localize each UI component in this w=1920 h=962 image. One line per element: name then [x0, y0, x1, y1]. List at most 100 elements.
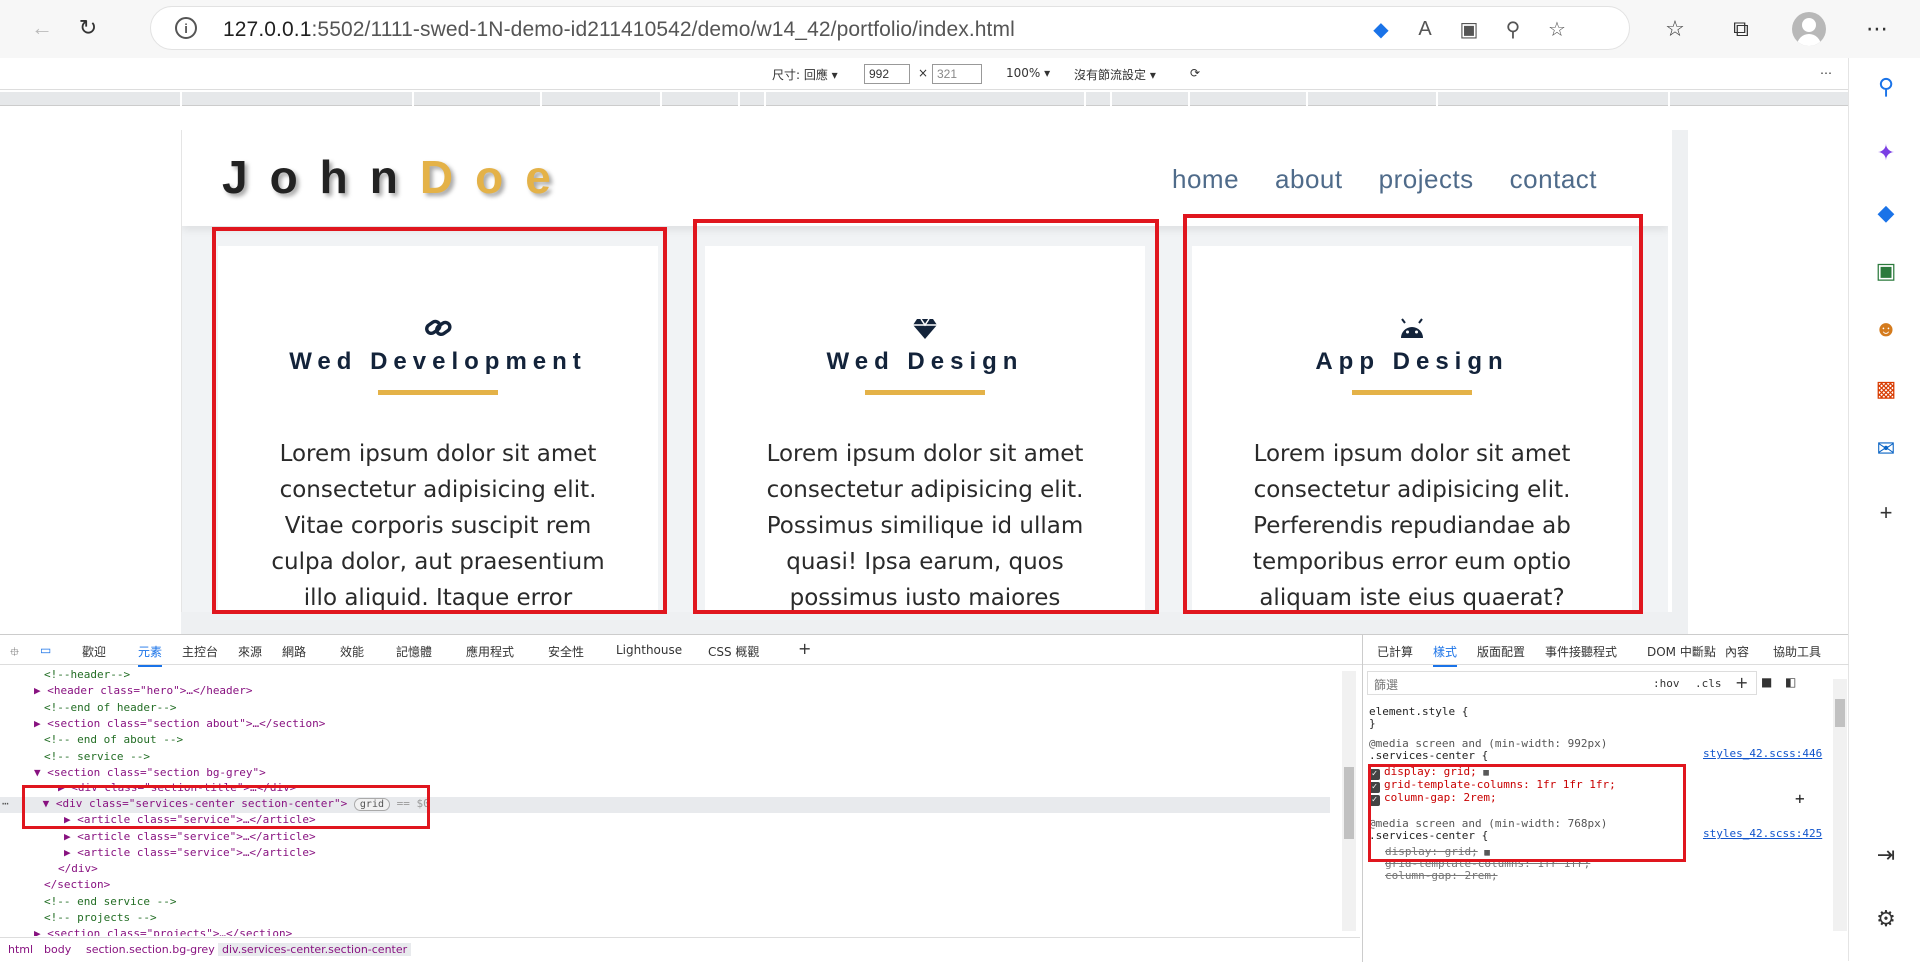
address-bar[interactable]: i 127.0.0.1:5502/1111-swed-1N-demo-id211… — [150, 6, 1630, 50]
tab-sources[interactable]: 來源 — [238, 643, 262, 660]
rule-brace: } — [1369, 717, 1376, 730]
tab-computed[interactable]: 已計算 — [1377, 643, 1413, 660]
hov-button[interactable]: :hov — [1653, 677, 1680, 690]
tab-accessibility[interactable]: 協助工具 — [1773, 643, 1821, 660]
add-icon[interactable]: + — [1871, 498, 1901, 528]
collections-icon[interactable]: ⧉ — [1726, 14, 1756, 44]
dom-node[interactable]: ▼ <section class="section bg-grey"> — [34, 766, 266, 782]
throttle-select[interactable]: 沒有節流設定 ▾ — [1074, 66, 1156, 83]
highlight-box — [1183, 214, 1643, 614]
times-sign: × — [918, 66, 929, 80]
crumb-body[interactable]: body — [44, 943, 71, 956]
app-available-icon[interactable]: ▣ — [1457, 17, 1481, 41]
highlight-box — [693, 219, 1159, 614]
add-favorite-icon[interactable]: ☆ — [1545, 17, 1569, 41]
crumb-html[interactable]: html — [8, 943, 33, 956]
paint-icon[interactable]: ■ — [1761, 675, 1772, 689]
inspect-icon[interactable]: ⯐ — [10, 643, 19, 664]
breadcrumb: html body section.section.bg-grey div.se… — [0, 937, 1360, 962]
tab-dom-breakpoints[interactable]: DOM 中斷點 — [1647, 643, 1716, 660]
tab-styles[interactable]: 樣式 — [1433, 643, 1458, 667]
site-header: JohnDoe home about projects contact — [182, 130, 1668, 226]
highlight-box — [22, 785, 430, 829]
profile-avatar[interactable] — [1792, 12, 1826, 46]
dom-node[interactable]: <!-- end service --> — [44, 895, 176, 911]
url-text[interactable]: 127.0.0.1:5502/1111-swed-1N-demo-id21141… — [223, 18, 1015, 42]
tag-icon[interactable]: ◆ — [1369, 17, 1393, 41]
elements-scrollbar[interactable] — [1342, 671, 1356, 931]
tab-console[interactable]: 主控台 — [182, 643, 218, 660]
dom-node[interactable]: ▶ <article class="service">…</article> — [64, 830, 316, 846]
dom-node[interactable]: ▶ <section class="section about">…</sect… — [34, 717, 325, 733]
tab-welcome[interactable]: 歡迎 — [82, 643, 106, 660]
scroll-thumb[interactable] — [1344, 767, 1354, 839]
nav-home[interactable]: home — [1172, 164, 1239, 195]
outlook-icon[interactable]: ✉ — [1871, 434, 1901, 464]
styles-scrollbar[interactable] — [1833, 679, 1847, 931]
crumb-section[interactable]: section.section.bg-grey — [86, 943, 215, 956]
site-logo[interactable]: JohnDoe — [222, 150, 573, 204]
zoom-select[interactable]: 100% ▾ — [1006, 66, 1050, 80]
rotate-icon[interactable]: ⟳ — [1190, 66, 1200, 80]
dom-node[interactable]: <!-- service --> — [44, 750, 150, 766]
tab-css-overview[interactable]: CSS 概觀 — [708, 643, 759, 660]
dom-node[interactable]: ▶ <header class="hero">…</header> — [34, 684, 253, 700]
device-more-icon[interactable]: ⋯ — [1820, 66, 1832, 80]
dom-node[interactable]: <!--end of header--> — [44, 701, 176, 717]
zoom-icon[interactable]: ⚲ — [1501, 17, 1525, 41]
settings-icon[interactable]: ⚙ — [1871, 904, 1901, 934]
nav-contact[interactable]: contact — [1510, 164, 1597, 195]
tab-properties[interactable]: 內容 — [1725, 643, 1749, 660]
tab-network[interactable]: 網路 — [282, 643, 306, 660]
decl-column-gap-overridden[interactable]: column-gap: 2rem; — [1385, 869, 1498, 882]
highlight-box — [212, 227, 667, 614]
sidebar-toggle-icon[interactable]: ⇥ — [1871, 840, 1901, 870]
more-menu-icon[interactable]: ⋯ — [1862, 14, 1892, 44]
nav-projects[interactable]: projects — [1379, 164, 1474, 195]
favorites-icon[interactable]: ☆ — [1660, 14, 1690, 44]
tab-elements[interactable]: 元素 — [138, 643, 163, 667]
tab-performance[interactable]: 效能 — [340, 643, 364, 660]
dom-node[interactable]: <!--header--> — [44, 668, 130, 684]
tab-security[interactable]: 安全性 — [548, 643, 584, 660]
edge-sidebar: ⚲ ✦ ◆ ▣ ☻ ▩ ✉ + ⇥ ⚙ — [1848, 58, 1920, 961]
dimensions-select[interactable]: 尺寸: 回應 ▾ — [772, 66, 838, 83]
shopping-icon[interactable]: ◆ — [1871, 198, 1901, 228]
games-icon[interactable]: ☻ — [1871, 314, 1901, 344]
browser-toolbar: ← ↻ i 127.0.0.1:5502/1111-swed-1N-demo-i… — [0, 0, 1920, 58]
search-icon[interactable]: ⚲ — [1871, 72, 1901, 102]
height-input[interactable]: 321 — [932, 64, 982, 84]
add-property-icon[interactable]: + — [1795, 789, 1805, 808]
new-rule-icon[interactable]: + — [1735, 673, 1748, 692]
sidebar-pane-icon[interactable]: ◧ — [1785, 675, 1796, 689]
viewport-resize-handle-right[interactable] — [1672, 130, 1688, 632]
add-tab-icon[interactable]: + — [798, 639, 811, 658]
crumb-div[interactable]: div.services-center.section-center — [218, 943, 412, 956]
dom-node[interactable]: <!-- end of about --> — [44, 733, 183, 749]
site-info-icon[interactable]: i — [175, 17, 197, 39]
reload-icon[interactable]: ↻ — [74, 14, 102, 42]
tab-memory[interactable]: 記憶體 — [396, 643, 432, 660]
back-icon[interactable]: ← — [28, 14, 56, 42]
tab-lighthouse[interactable]: Lighthouse — [616, 643, 682, 657]
tab-event-listeners[interactable]: 事件接聽程式 — [1545, 643, 1617, 660]
office-icon[interactable]: ▩ — [1871, 374, 1901, 404]
width-input[interactable]: 992 — [864, 64, 910, 84]
tab-layout[interactable]: 版面配置 — [1477, 643, 1525, 660]
tab-application[interactable]: 應用程式 — [466, 643, 514, 660]
cls-button[interactable]: .cls — [1695, 677, 1722, 690]
dom-node[interactable]: </div> — [58, 862, 98, 878]
viewport-resize-handle-bottom[interactable] — [181, 612, 1688, 634]
nav-about[interactable]: about — [1275, 164, 1343, 195]
media-query-ruler[interactable] — [0, 92, 1848, 106]
rule-selector[interactable]: .services-center { — [1369, 749, 1488, 762]
element-style-rule[interactable]: element.style { — [1369, 705, 1468, 718]
read-aloud-icon[interactable]: A — [1413, 17, 1437, 41]
dom-node[interactable]: </section> — [44, 878, 110, 894]
dom-node[interactable]: ▶ <section class="projects">…</section> — [34, 927, 292, 936]
dom-node[interactable]: <!-- projects --> — [44, 911, 157, 927]
device-toggle-icon[interactable]: ▭ — [40, 643, 51, 657]
tools-icon[interactable]: ▣ — [1871, 256, 1901, 286]
copilot-icon[interactable]: ✦ — [1871, 138, 1901, 168]
dom-node[interactable]: ▶ <article class="service">…</article> — [64, 846, 316, 862]
